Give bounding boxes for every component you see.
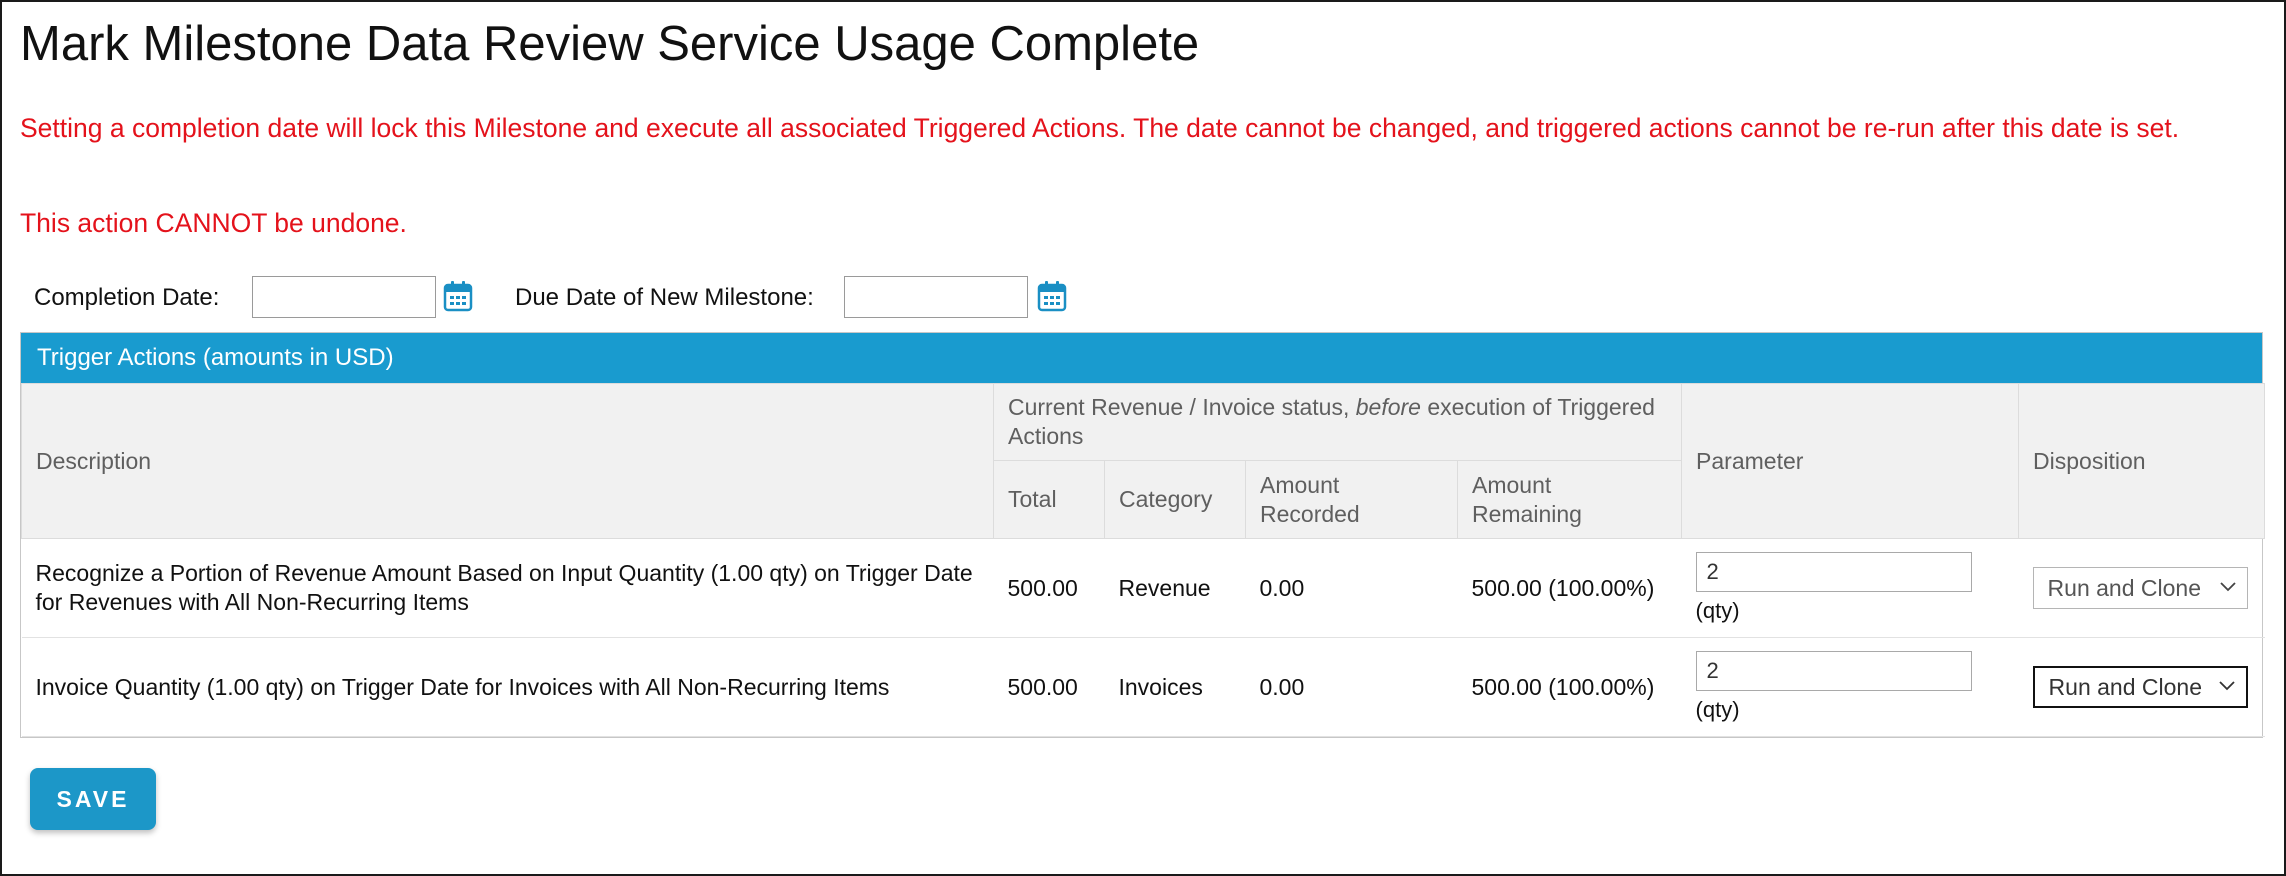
- header-status-group: Current Revenue / Invoice status, before…: [992, 383, 1683, 461]
- parameter-unit: (qty): [1695, 597, 1740, 623]
- row-category: Invoices: [1104, 637, 1246, 737]
- disposition-value: Run and Clone: [2047, 575, 2201, 601]
- page-frame: Mark Milestone Data Review Service Usage…: [0, 0, 2286, 876]
- page-title: Mark Milestone Data Review Service Usage…: [20, 17, 1200, 71]
- row-amount-recorded: 0.00: [1245, 538, 1458, 638]
- chevron-down-icon: [2218, 681, 2235, 691]
- due-date-label: Due Date of New Milestone:: [515, 284, 814, 311]
- date-row: Completion Date: Due Date of New Milesto…: [2, 274, 2286, 320]
- due-date-input[interactable]: [844, 276, 1028, 318]
- disposition-select[interactable]: Run and Clone: [2032, 567, 2248, 609]
- header-disposition: Disposition: [2018, 383, 2266, 539]
- row-disposition-cell: Run and Clone: [2018, 637, 2265, 737]
- header-amount-recorded: Amount Recorded: [1245, 460, 1458, 539]
- warning-lock-message: Setting a completion date will lock this…: [20, 113, 2180, 143]
- parameter-input[interactable]: [1695, 650, 1972, 691]
- trigger-actions-panel: Trigger Actions (amounts in USD) Descrip…: [20, 332, 2266, 738]
- row-parameter-cell: (qty): [1681, 538, 2019, 638]
- panel-header: Trigger Actions (amounts in USD): [21, 333, 2262, 383]
- row-disposition-cell: Run and Clone: [2018, 538, 2265, 638]
- save-button[interactable]: SAVE: [30, 768, 156, 830]
- disposition-select[interactable]: Run and Clone: [2032, 666, 2248, 708]
- row-amount-recorded: 0.00: [1245, 637, 1458, 737]
- trigger-actions-table: Description Current Revenue / Invoice st…: [21, 383, 2266, 737]
- row-amount-remaining: 500.00 (100.00%): [1457, 637, 1682, 737]
- row-description: Recognize a Portion of Revenue Amount Ba…: [21, 538, 994, 638]
- chevron-down-icon: [2219, 582, 2236, 592]
- header-parameter: Parameter: [1681, 383, 2020, 539]
- header-category: Category: [1104, 460, 1246, 539]
- warning-undo-message: This action CANNOT be undone.: [20, 208, 407, 238]
- calendar-icon[interactable]: [443, 280, 473, 312]
- parameter-input[interactable]: [1695, 551, 1972, 592]
- row-total: 500.00: [993, 637, 1105, 737]
- calendar-icon[interactable]: [1037, 280, 1067, 312]
- table-row: Recognize a Portion of Revenue Amount Ba…: [21, 538, 2265, 638]
- table-row: Invoice Quantity (1.00 qty) on Trigger D…: [21, 637, 2265, 737]
- parameter-unit: (qty): [1695, 696, 1740, 722]
- row-description: Invoice Quantity (1.00 qty) on Trigger D…: [21, 637, 994, 737]
- row-category: Revenue: [1104, 538, 1246, 638]
- header-description: Description: [21, 383, 994, 539]
- header-amount-remaining: Amount Remaining: [1456, 460, 1683, 539]
- row-parameter-cell: (qty): [1681, 637, 2019, 737]
- header-total: Total: [993, 460, 1105, 539]
- disposition-value: Run and Clone: [2048, 674, 2202, 700]
- completion-date-input[interactable]: [252, 276, 436, 318]
- completion-date-label: Completion Date:: [34, 284, 220, 311]
- row-total: 500.00: [993, 538, 1105, 638]
- row-amount-remaining: 500.00 (100.00%): [1457, 538, 1682, 638]
